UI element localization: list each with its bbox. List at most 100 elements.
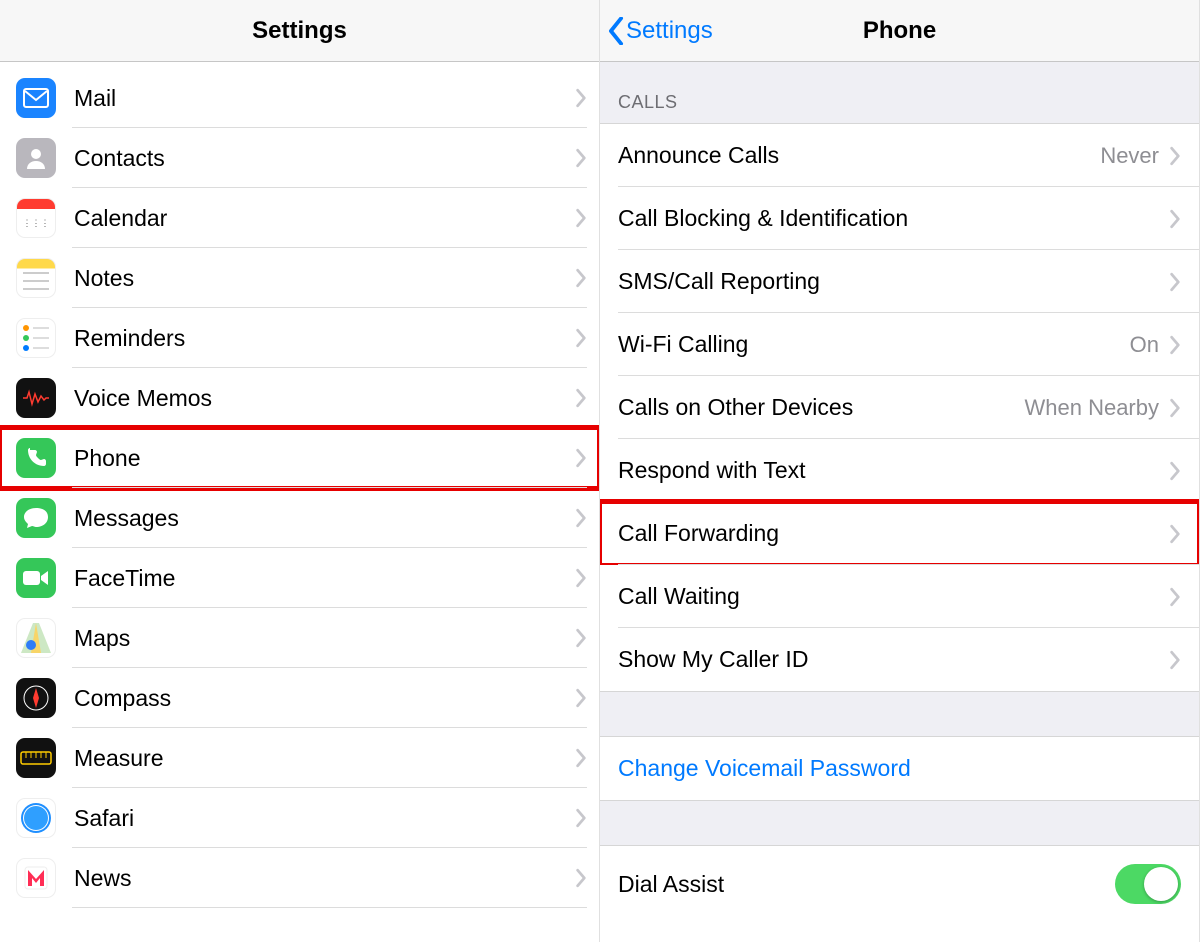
dial-assist-label: Dial Assist: [618, 871, 1115, 898]
dial-assist-row[interactable]: Dial Assist: [600, 846, 1199, 922]
safari-icon: [16, 798, 56, 838]
settings-label: Notes: [74, 265, 575, 292]
settings-row-phone[interactable]: Phone: [0, 428, 599, 488]
phone-row-callerid[interactable]: Show My Caller ID: [600, 628, 1199, 691]
settings-label: Contacts: [74, 145, 575, 172]
settings-label: Measure: [74, 745, 575, 772]
chevron-right-icon: [575, 328, 587, 348]
phone-row-label: Calls on Other Devices: [618, 394, 1024, 421]
section-gap: [600, 691, 1199, 737]
settings-label: Safari: [74, 805, 575, 832]
chevron-right-icon: [575, 628, 587, 648]
phone-row-label: Call Waiting: [618, 583, 1169, 610]
chevron-right-icon: [1169, 209, 1181, 229]
chevron-right-icon: [1169, 650, 1181, 670]
maps-icon: [16, 618, 56, 658]
reminders-icon: [16, 318, 56, 358]
settings-row-voice[interactable]: Voice Memos: [0, 368, 599, 428]
settings-row-mail[interactable]: Mail: [0, 68, 599, 128]
settings-label: Maps: [74, 625, 575, 652]
back-label: Settings: [626, 17, 713, 45]
settings-row-maps[interactable]: Maps: [0, 608, 599, 668]
chevron-right-icon: [575, 88, 587, 108]
chevron-right-icon: [575, 388, 587, 408]
facetime-icon: [16, 558, 56, 598]
settings-row-safari[interactable]: Safari: [0, 788, 599, 848]
phone-icon: [16, 438, 56, 478]
phone-row-blocking[interactable]: Call Blocking & Identification: [600, 187, 1199, 250]
settings-title: Settings: [252, 17, 347, 45]
phone-panel: Settings Phone CALLS Announce CallsNever…: [600, 0, 1200, 942]
section-calls-header: CALLS: [600, 62, 1199, 124]
phone-row-value: On: [1130, 332, 1159, 358]
settings-row-reminders[interactable]: Reminders: [0, 308, 599, 368]
settings-list[interactable]: Mail Contacts ⋮⋮⋮ Calendar Notes Reminders Voi…: [0, 62, 599, 942]
notes-icon: [16, 258, 56, 298]
phone-row-wifi[interactable]: Wi-Fi CallingOn: [600, 313, 1199, 376]
phone-navbar: Settings Phone: [600, 0, 1199, 62]
chevron-right-icon: [575, 808, 587, 828]
phone-row-value: When Nearby: [1024, 395, 1159, 421]
settings-label: Phone: [74, 445, 575, 472]
settings-row-contacts[interactable]: Contacts: [0, 128, 599, 188]
phone-row-announce[interactable]: Announce CallsNever: [600, 124, 1199, 187]
chevron-right-icon: [575, 148, 587, 168]
chevron-right-icon: [575, 688, 587, 708]
phone-title: Phone: [863, 17, 936, 45]
chevron-right-icon: [1169, 146, 1181, 166]
news-icon: [16, 858, 56, 898]
settings-row-news[interactable]: News: [0, 848, 599, 908]
chevron-right-icon: [1169, 524, 1181, 544]
chevron-right-icon: [1169, 272, 1181, 292]
phone-row-label: Announce Calls: [618, 142, 1100, 169]
settings-row-messages[interactable]: Messages: [0, 488, 599, 548]
settings-label: Calendar: [74, 205, 575, 232]
settings-row-measure[interactable]: Measure: [0, 728, 599, 788]
chevron-right-icon: [575, 748, 587, 768]
phone-row-other[interactable]: Calls on Other DevicesWhen Nearby: [600, 376, 1199, 439]
settings-label: Voice Memos: [74, 385, 575, 412]
settings-row-compass[interactable]: Compass: [0, 668, 599, 728]
measure-icon: [16, 738, 56, 778]
chevron-right-icon: [575, 448, 587, 468]
chevron-right-icon: [1169, 398, 1181, 418]
settings-panel: Settings Mail Contacts ⋮⋮⋮ Calendar Notes Rem…: [0, 0, 600, 942]
voicemail-label: Change Voicemail Password: [618, 755, 1181, 782]
back-button[interactable]: Settings: [608, 0, 713, 61]
chevron-right-icon: [575, 568, 587, 588]
mail-icon: [16, 78, 56, 118]
chevron-right-icon: [575, 268, 587, 288]
chevron-left-icon: [608, 17, 624, 45]
phone-row-waiting[interactable]: Call Waiting: [600, 565, 1199, 628]
chevron-right-icon: [1169, 461, 1181, 481]
chevron-right-icon: [575, 868, 587, 888]
settings-label: Compass: [74, 685, 575, 712]
settings-label: News: [74, 865, 575, 892]
voice-memos-icon: [16, 378, 56, 418]
phone-row-label: SMS/Call Reporting: [618, 268, 1169, 295]
settings-row-notes[interactable]: Notes: [0, 248, 599, 308]
chevron-right-icon: [575, 208, 587, 228]
chevron-right-icon: [1169, 587, 1181, 607]
settings-label: Reminders: [74, 325, 575, 352]
phone-row-value: Never: [1100, 143, 1159, 169]
phone-row-sms[interactable]: SMS/Call Reporting: [600, 250, 1199, 313]
calendar-icon: ⋮⋮⋮: [16, 198, 56, 238]
settings-row-facetime[interactable]: FaceTime: [0, 548, 599, 608]
settings-row-calendar[interactable]: ⋮⋮⋮ Calendar: [0, 188, 599, 248]
section-gap-2: [600, 800, 1199, 846]
contacts-icon: [16, 138, 56, 178]
dial-assist-toggle[interactable]: [1115, 864, 1181, 904]
phone-row-forward[interactable]: Call Forwarding: [600, 502, 1199, 565]
chevron-right-icon: [575, 508, 587, 528]
phone-scroll[interactable]: CALLS Announce CallsNeverCall Blocking &…: [600, 62, 1199, 942]
settings-label: FaceTime: [74, 565, 575, 592]
phone-row-respond[interactable]: Respond with Text: [600, 439, 1199, 502]
settings-label: Mail: [74, 85, 575, 112]
phone-row-label: Wi-Fi Calling: [618, 331, 1130, 358]
phone-row-label: Show My Caller ID: [618, 646, 1169, 673]
change-voicemail-password[interactable]: Change Voicemail Password: [600, 737, 1199, 800]
settings-label: Messages: [74, 505, 575, 532]
chevron-right-icon: [1169, 335, 1181, 355]
phone-row-label: Respond with Text: [618, 457, 1169, 484]
